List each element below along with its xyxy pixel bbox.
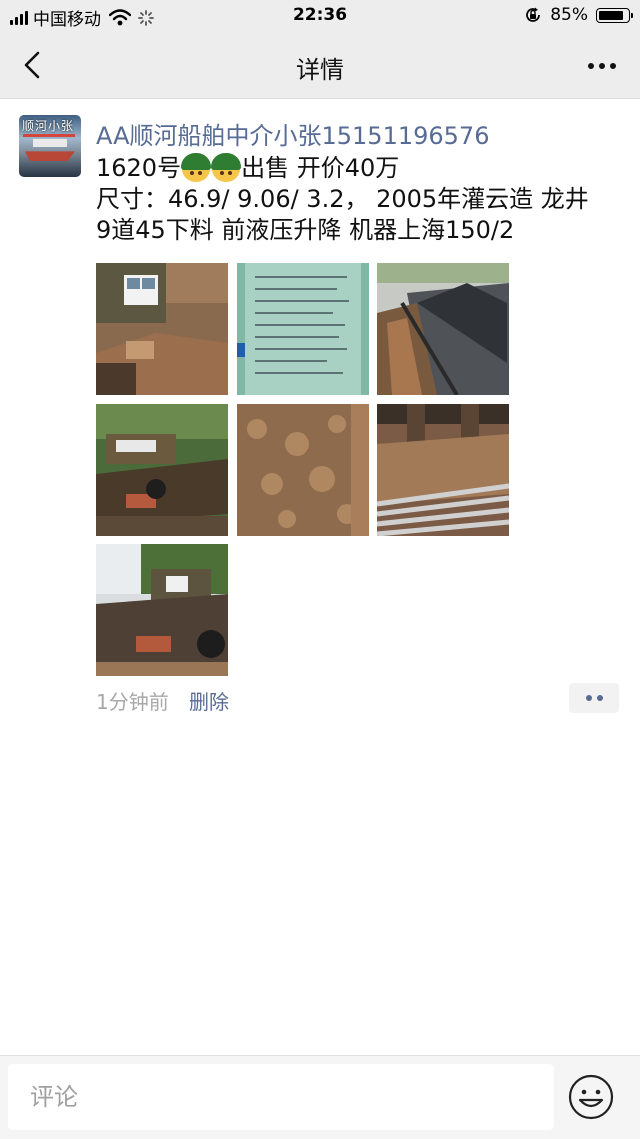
status-right: 85% xyxy=(524,5,633,25)
page-title: 详情 xyxy=(296,56,344,84)
nav-bar: 详情 xyxy=(0,34,640,99)
post-photo[interactable] xyxy=(377,263,509,395)
post-timestamp: 1分钟前 xyxy=(96,690,169,714)
post-line-1-prefix: 1620号 xyxy=(96,154,182,182)
battery-icon xyxy=(596,7,633,23)
post-photo[interactable] xyxy=(96,263,228,395)
delete-link[interactable]: 删除 xyxy=(189,686,229,715)
post-line-3: 9道45下料 前液压升降 机器上海150/2 xyxy=(96,216,515,244)
comment-bar xyxy=(0,1055,640,1139)
post-author-name[interactable]: AA顺河船舶中介小张15151196576 xyxy=(96,116,489,151)
post-line-1: 1620号 出售 开价40万 xyxy=(96,152,622,184)
comment-input[interactable] xyxy=(8,1064,554,1130)
avatar-text: 顺河小张 xyxy=(22,119,75,133)
soldier-helmet-emoji-icon xyxy=(181,152,212,182)
smiley-emoji-icon[interactable] xyxy=(567,1073,615,1121)
rotation-lock-icon xyxy=(526,7,541,22)
post-photo[interactable] xyxy=(377,404,509,536)
more-options-icon[interactable] xyxy=(588,63,616,69)
soldier-helmet-emoji-icon xyxy=(211,152,242,182)
post-photo[interactable] xyxy=(237,263,369,395)
battery-percent: 85% xyxy=(550,5,588,25)
post-photo[interactable] xyxy=(237,404,369,536)
post-line-2: 尺寸：46.9/ 9.06/ 3.2， 2005年灌云造 龙井 xyxy=(96,185,589,213)
post-photo[interactable] xyxy=(96,404,228,536)
avatar[interactable]: 顺河小张 xyxy=(19,115,81,177)
post-line-1-suffix: 出售 开价40万 xyxy=(241,154,400,182)
post-photo[interactable] xyxy=(96,544,228,676)
status-bar: 中国移动 22:36 85% xyxy=(0,0,640,34)
comment-like-menu-button[interactable] xyxy=(569,683,619,713)
post-content: 1620号 出售 开价40万 尺寸：46.9/ 9.06/ 3.2， 2005年灌… xyxy=(96,152,622,246)
